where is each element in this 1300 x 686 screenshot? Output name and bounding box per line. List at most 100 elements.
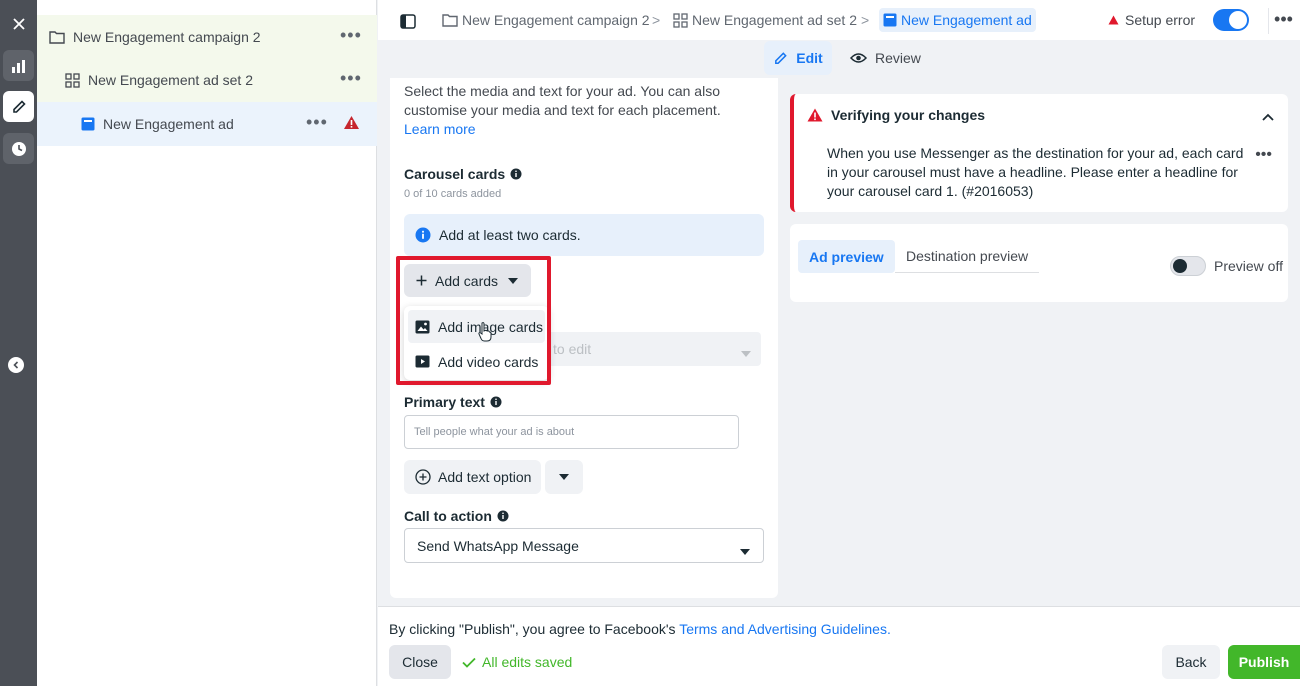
more-icon[interactable]: ••• [306, 112, 328, 133]
caret-down-icon [741, 344, 751, 360]
section-label: Carousel cards [404, 166, 506, 182]
collapse-icon[interactable] [8, 357, 24, 373]
carousel-cards-title: Carousel cards [404, 166, 522, 182]
info-banner: Add at least two cards. [404, 214, 764, 256]
add-text-option-button[interactable]: Add text option [404, 460, 541, 494]
select-value: Send WhatsApp Message [417, 537, 579, 554]
verification-alert: Verifying your changes When you use Mess… [790, 94, 1288, 212]
tab-destination-preview[interactable]: Destination preview [895, 240, 1040, 273]
clock-icon[interactable] [3, 133, 34, 164]
call-to-action-title: Call to action [404, 508, 509, 524]
grid-icon [65, 72, 80, 88]
info-text: Add at least two cards. [439, 227, 581, 243]
close-button[interactable]: Close [389, 645, 451, 679]
footer: By clicking "Publish", you agree to Face… [378, 606, 1300, 686]
button-label: Add cards [435, 272, 499, 289]
intro-text: Select the media and text for your ad. Y… [404, 82, 754, 139]
caret-down-icon [508, 277, 519, 284]
alert-message: When you use Messenger as the destinatio… [827, 145, 1244, 199]
info-icon[interactable] [510, 168, 522, 180]
breadcrumb-ad[interactable]: New Engagement ad [879, 8, 1036, 32]
tree-item-campaign[interactable]: New Engagement campaign 2 ••• [37, 15, 377, 59]
sidebar-toggle-icon[interactable] [394, 8, 422, 34]
more-icon[interactable]: ••• [340, 25, 362, 46]
grid-icon [673, 12, 688, 28]
setup-error-status[interactable]: Setup error [1108, 12, 1195, 28]
chart-icon[interactable] [3, 50, 34, 81]
tab-edit[interactable]: Edit [764, 41, 832, 75]
terms-link[interactable]: Terms and Advertising Guidelines. [679, 621, 891, 637]
eye-icon [850, 52, 867, 64]
tree-item-ad[interactable]: New Engagement ad ••• [37, 102, 377, 146]
intro-copy: Select the media and text for your ad. Y… [404, 83, 721, 118]
tab-label: Edit [796, 50, 823, 66]
more-icon[interactable]: ••• [340, 68, 362, 89]
hand-cursor-icon [478, 322, 492, 345]
publish-button[interactable]: Publish [1228, 645, 1300, 679]
pencil-icon[interactable] [3, 91, 34, 122]
button-label: Add text option [438, 469, 532, 485]
tab-review[interactable]: Review [846, 41, 925, 75]
image-icon [415, 320, 430, 334]
tree-item-label: New Engagement campaign 2 [73, 29, 261, 45]
plus-icon [416, 275, 427, 286]
back-button[interactable]: Back [1162, 645, 1220, 679]
folder-icon [49, 30, 65, 44]
dropdown-label: to edit [553, 341, 592, 357]
alert-title: Verifying your changes [807, 107, 985, 123]
video-icon [415, 355, 430, 368]
info-icon[interactable] [497, 510, 509, 522]
more-icon[interactable]: ••• [1268, 8, 1298, 34]
check-icon [462, 657, 476, 668]
legal-text: By clicking "Publish", you agree to Face… [389, 621, 891, 637]
top-bar: New Engagement campaign 2 > New Engageme… [378, 0, 1300, 40]
ad-creative-editor: Select the media and text for your ad. Y… [390, 78, 778, 598]
tree-item-adset[interactable]: New Engagement ad set 2 ••• [37, 58, 377, 102]
placement-dropdown[interactable]: to edit [540, 332, 761, 366]
breadcrumb-adset[interactable]: New Engagement ad set 2 [673, 8, 857, 32]
tab-label: Review [875, 50, 921, 66]
campaign-tree: New Engagement campaign 2 ••• New Engage… [37, 0, 377, 686]
close-icon[interactable] [3, 8, 34, 39]
add-image-cards-item[interactable]: Add image cards [408, 310, 545, 343]
breadcrumb-campaign[interactable]: New Engagement campaign 2 [442, 8, 650, 32]
left-rail [0, 0, 37, 686]
info-icon [415, 227, 431, 243]
ad-icon [81, 117, 95, 131]
ad-status-toggle[interactable] [1213, 9, 1249, 31]
breadcrumb-label: New Engagement ad set 2 [692, 12, 857, 28]
section-label: Call to action [404, 508, 492, 524]
primary-text-input[interactable]: Tell people what your ad is about [404, 415, 739, 449]
legal-prefix: By clicking "Publish", you agree to Face… [389, 621, 676, 637]
ad-icon [883, 13, 897, 27]
save-status-text: All edits saved [482, 654, 573, 670]
call-to-action-select[interactable]: Send WhatsApp Message [404, 528, 764, 563]
chevron-up-icon[interactable] [1262, 108, 1274, 124]
breadcrumb-label: New Engagement ad [901, 12, 1032, 28]
caret-down-icon [740, 542, 750, 558]
learn-more-link[interactable]: Learn more [404, 121, 476, 137]
add-cards-button[interactable]: Add cards [404, 264, 531, 297]
text-option-dropdown-button[interactable] [545, 460, 583, 494]
section-label: Primary text [404, 394, 485, 410]
breadcrumb-separator: > [652, 12, 661, 28]
preview-toggle-label: Preview off [1214, 258, 1283, 274]
plus-circle-icon [415, 469, 431, 485]
breadcrumb-label: New Engagement campaign 2 [462, 12, 650, 28]
folder-icon [442, 13, 458, 27]
save-status: All edits saved [462, 654, 572, 670]
tree-item-label: New Engagement ad [103, 116, 234, 132]
pencil-icon [773, 51, 788, 66]
warning-icon [343, 115, 360, 130]
input-placeholder: Tell people what your ad is about [414, 426, 575, 438]
add-cards-menu: Add image cards Add video cards [404, 306, 549, 380]
tab-ad-preview[interactable]: Ad preview [798, 240, 895, 273]
menu-item-label: Add video cards [438, 353, 539, 370]
alert-title-text: Verifying your changes [831, 107, 986, 123]
preview-toggle[interactable] [1170, 256, 1206, 276]
caret-down-icon [559, 474, 569, 480]
more-icon[interactable]: ••• [1255, 146, 1272, 164]
info-icon[interactable] [490, 396, 502, 408]
add-video-cards-item[interactable]: Add video cards [408, 345, 545, 378]
primary-text-title: Primary text [404, 394, 502, 410]
